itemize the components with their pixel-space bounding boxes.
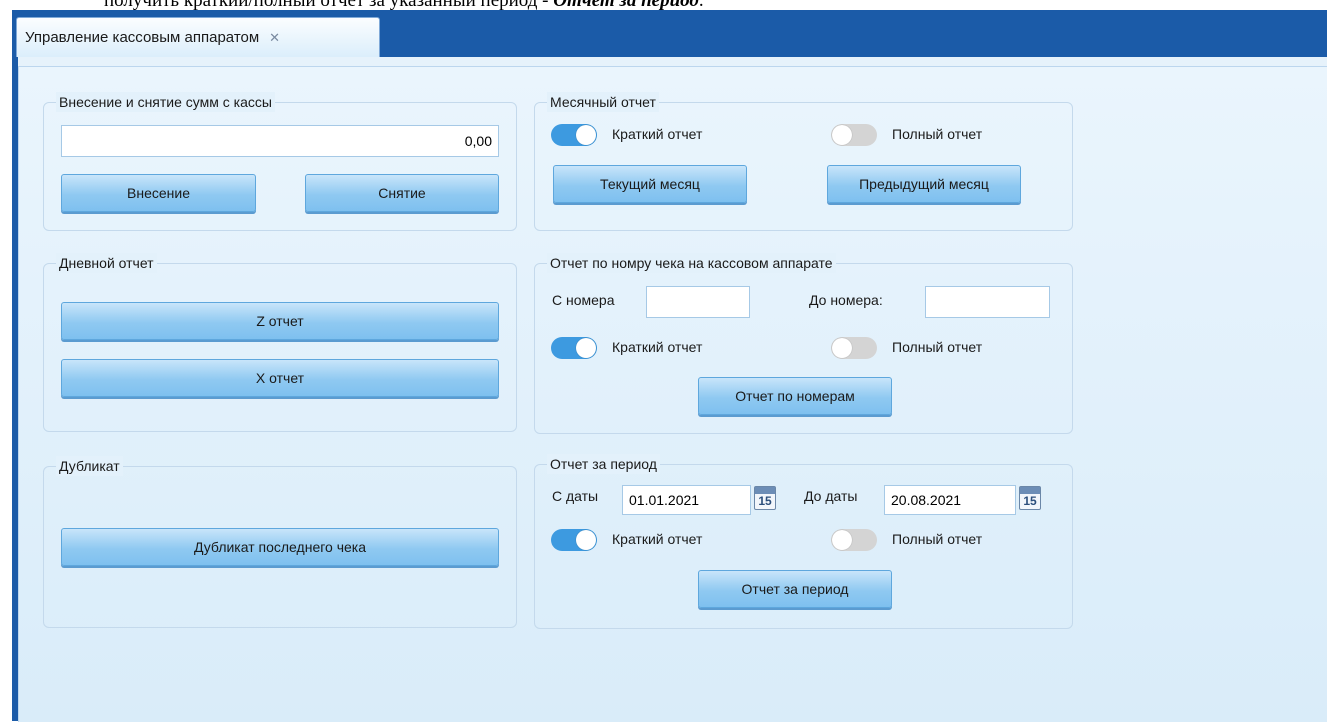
monthly-full-label: Полный отчет [892, 126, 983, 142]
period-full-toggle[interactable] [831, 529, 877, 551]
toggle-knob [832, 338, 852, 358]
monthly-short-label: Краткий отчет [612, 126, 703, 142]
group-title: Отчет по номру чека на кассовом аппарате [547, 253, 836, 273]
tab-cash-register[interactable]: Управление кассовым аппаратом ✕ [16, 17, 380, 57]
by-number-short-label: Краткий отчет [612, 339, 703, 355]
tab-strip: Управление кассовым аппаратом ✕ [12, 10, 1327, 57]
period-short-toggle[interactable] [551, 529, 597, 551]
group-monthly-report: Месячный отчет Краткий отчет Полный отче… [534, 92, 1073, 231]
duplicate-last-receipt-button[interactable]: Дубликат последнего чека [61, 528, 499, 566]
cash-register-panel: Внесение и снятие сумм с кассы 0,00 Внес… [18, 66, 1327, 722]
group-title: Дубликат [56, 456, 123, 476]
toggle-knob [576, 530, 596, 550]
by-number-short-toggle[interactable] [551, 337, 597, 359]
group-title: Внесение и снятие сумм с кассы [56, 92, 275, 112]
z-report-button[interactable]: Z отчет [61, 302, 499, 340]
to-date-input[interactable]: 20.08.2021 [884, 485, 1016, 515]
by-number-full-label: Полный отчет [892, 339, 983, 355]
current-month-button[interactable]: Текущий месяц [553, 165, 747, 203]
group-report-for-period: Отчет за период С даты 01.01.2021 15 До … [534, 454, 1073, 629]
by-number-full-toggle[interactable] [831, 337, 877, 359]
tab-title: Управление кассовым аппаратом [25, 29, 260, 46]
x-report-button[interactable]: X отчет [61, 359, 499, 397]
group-title: Дневной отчет [56, 253, 157, 273]
report-by-numbers-button[interactable]: Отчет по номерам [698, 377, 892, 415]
toggle-knob [576, 125, 596, 145]
document-text-suffix: . [699, 0, 704, 10]
calendar-icon[interactable]: 15 [754, 486, 776, 510]
from-number-label: С номера [552, 292, 615, 308]
period-full-label: Полный отчет [892, 531, 983, 547]
group-title: Отчет за период [547, 454, 660, 474]
to-date-label: До даты [804, 488, 858, 504]
period-short-label: Краткий отчет [612, 531, 703, 547]
toggle-knob [832, 125, 852, 145]
group-duplicate: Дубликат Дубликат последнего чека [43, 456, 517, 628]
document-text-fragment: получить краткий/полный отчет за указанн… [104, 0, 704, 10]
document-text: получить краткий/полный отчет за указанн… [104, 0, 553, 10]
deposit-button[interactable]: Внесение [61, 174, 256, 212]
report-for-period-button[interactable]: Отчет за период [698, 570, 892, 608]
calendar-icon[interactable]: 15 [1019, 486, 1041, 510]
group-cash-in-out: Внесение и снятие сумм с кассы 0,00 Внес… [43, 92, 517, 231]
from-number-input[interactable] [646, 286, 750, 318]
amount-input[interactable]: 0,00 [61, 125, 499, 157]
toggle-knob [576, 338, 596, 358]
from-date-input[interactable]: 01.01.2021 [622, 485, 751, 515]
previous-month-button[interactable]: Предыдущий месяц [827, 165, 1021, 203]
from-date-label: С даты [552, 488, 599, 504]
group-title: Месячный отчет [547, 92, 659, 112]
toggle-knob [832, 530, 852, 550]
to-number-label: До номера: [809, 292, 883, 308]
withdraw-button[interactable]: Снятие [305, 174, 499, 212]
to-number-input[interactable] [925, 286, 1050, 318]
group-report-by-number: Отчет по номру чека на кассовом аппарате… [534, 253, 1073, 434]
monthly-short-toggle[interactable] [551, 124, 597, 146]
monthly-full-toggle[interactable] [831, 124, 877, 146]
group-daily-report: Дневной отчет Z отчет X отчет [43, 253, 517, 432]
close-icon[interactable]: ✕ [269, 30, 280, 46]
document-text-emphasis: Отчет за период [553, 0, 699, 10]
